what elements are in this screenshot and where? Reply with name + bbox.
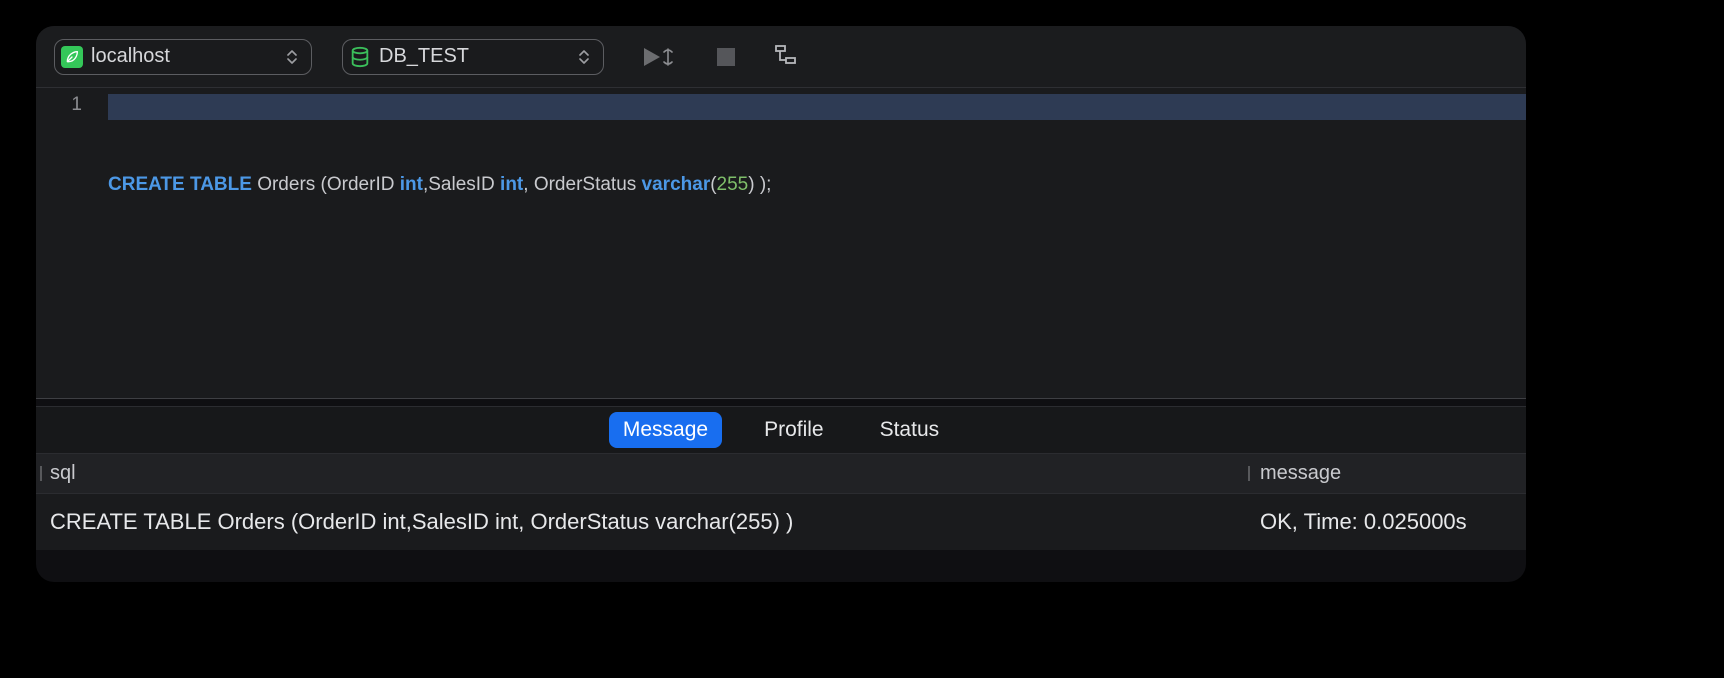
column-header-message-label: message	[1260, 462, 1341, 484]
leaf-icon	[61, 46, 83, 68]
results-tabs: Message Profile Status	[36, 406, 1526, 454]
column-header-sql-label: sql	[50, 462, 76, 484]
tab-message[interactable]: Message	[609, 412, 722, 448]
column-header-message[interactable]: message	[1248, 462, 1526, 485]
connection-selector[interactable]: localhost	[54, 39, 312, 75]
code-line: CREATE TABLE Orders (OrderID int,SalesID…	[108, 172, 1526, 198]
toolbar: localhost DB_TEST	[36, 26, 1526, 88]
tab-profile[interactable]: Profile	[750, 412, 838, 448]
database-selector[interactable]: DB_TEST	[342, 39, 604, 75]
cell-message: OK, Time: 0.025000s	[1248, 509, 1526, 535]
panel-separator[interactable]	[36, 398, 1526, 406]
results-row[interactable]: CREATE TABLE Orders (OrderID int,SalesID…	[36, 494, 1526, 550]
results-header: sql message	[36, 454, 1526, 494]
selection-highlight	[108, 94, 1526, 120]
connection-label: localhost	[91, 45, 277, 68]
chevron-updown-icon	[577, 47, 591, 67]
chevron-updown-icon	[285, 47, 299, 67]
sql-editor[interactable]: 1 CREATE TABLE Orders (OrderID int,Sales…	[36, 88, 1526, 398]
explain-tree-button[interactable]	[768, 39, 804, 75]
column-header-sql[interactable]: sql	[36, 462, 1248, 485]
database-label: DB_TEST	[379, 45, 569, 68]
toolbar-actions	[640, 39, 804, 75]
stop-button[interactable]	[708, 39, 744, 75]
app-window: localhost DB_TEST	[36, 26, 1526, 582]
run-button[interactable]	[640, 39, 684, 75]
editor-gutter: 1	[36, 88, 92, 398]
results-body: CREATE TABLE Orders (OrderID int,SalesID…	[36, 494, 1526, 550]
code-area[interactable]: CREATE TABLE Orders (OrderID int,SalesID…	[92, 88, 1526, 398]
tab-status[interactable]: Status	[866, 412, 954, 448]
database-icon	[349, 46, 371, 68]
cell-sql: CREATE TABLE Orders (OrderID int,SalesID…	[36, 509, 1248, 535]
line-number: 1	[36, 94, 82, 116]
